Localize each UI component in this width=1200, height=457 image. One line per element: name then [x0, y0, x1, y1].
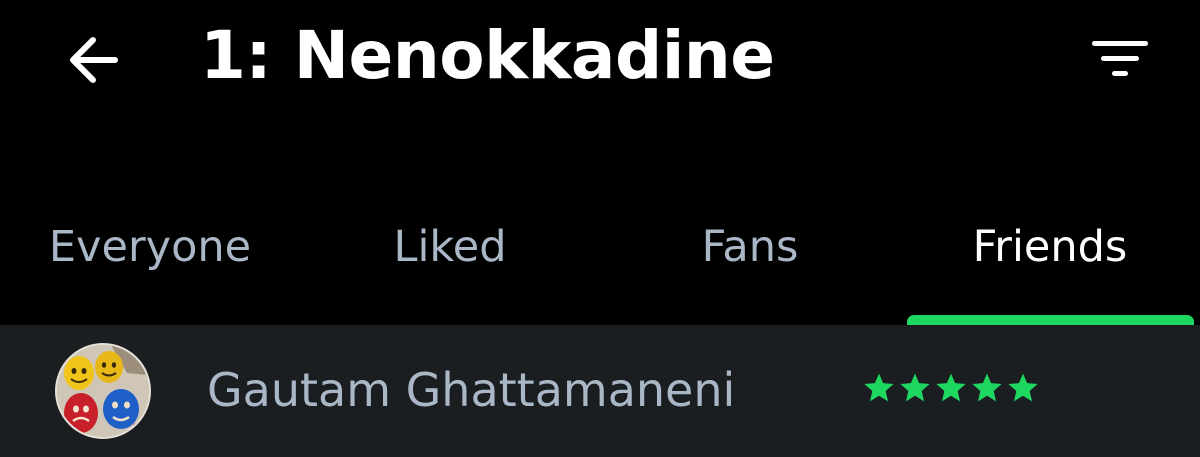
filter-icon	[1092, 41, 1148, 76]
star-icon	[864, 373, 894, 402]
tab-label: Friends	[972, 222, 1128, 272]
tab-fans[interactable]: Fans	[600, 200, 900, 325]
tab-everyone[interactable]: Everyone	[0, 200, 300, 325]
star-icon	[936, 373, 966, 402]
star-icon	[900, 373, 930, 402]
star-rating	[862, 371, 1040, 405]
list-item[interactable]: Gautam Ghattamaneni	[0, 325, 1200, 457]
filter-button[interactable]	[1082, 28, 1158, 92]
page-title: 1: Nenokkadine	[200, 17, 775, 94]
tab-label: Liked	[393, 222, 507, 272]
tab-bar: Everyone Liked Fans Friends	[0, 200, 1200, 325]
back-arrow-icon	[70, 37, 118, 83]
star-icon	[972, 373, 1002, 402]
star-icon	[1008, 373, 1038, 402]
back-button[interactable]	[58, 27, 128, 93]
friends-list: Gautam Ghattamaneni	[0, 325, 1200, 457]
tab-label: Everyone	[48, 222, 252, 272]
tab-friends[interactable]: Friends	[900, 200, 1200, 325]
tab-liked[interactable]: Liked	[300, 200, 600, 325]
top-app-bar: 1: Nenokkadine	[0, 0, 1200, 120]
tab-label: Fans	[701, 222, 799, 272]
user-name: Gautam Ghattamaneni	[207, 363, 736, 417]
avatar-image	[57, 345, 149, 437]
avatar[interactable]	[55, 343, 151, 439]
